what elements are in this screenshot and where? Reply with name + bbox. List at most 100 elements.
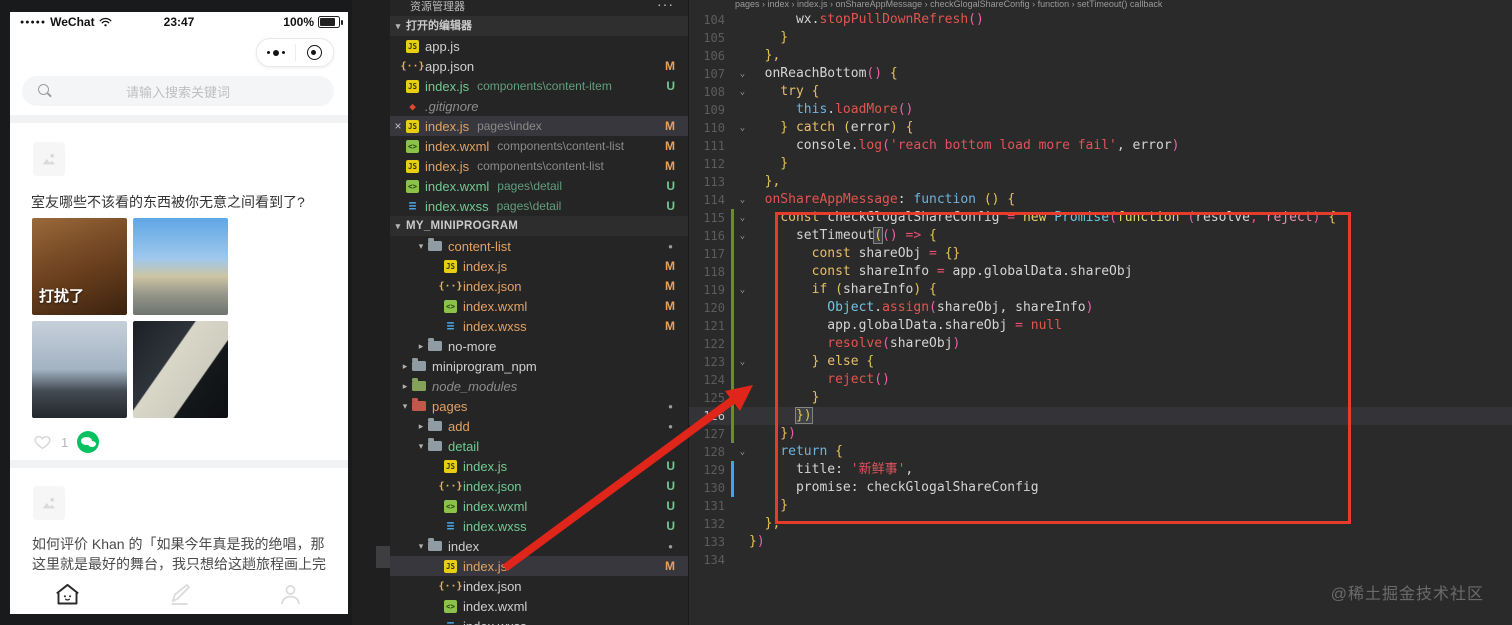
- file-path: pages\detail: [496, 199, 562, 213]
- gutter-change-bar: [731, 335, 734, 353]
- code-line-108[interactable]: 108 ⌄ try {: [689, 83, 1512, 101]
- code-line-115[interactable]: 115 ⌄ const checkGlogalShareConfig = new …: [689, 209, 1512, 227]
- tree-item-index.json[interactable]: {··} index.json: [390, 576, 688, 596]
- post-image[interactable]: [32, 321, 127, 418]
- fold-chevron-icon[interactable]: ⌄: [736, 227, 749, 245]
- code-text: title: '新鲜事',: [749, 462, 914, 477]
- tree-item-index.wxml[interactable]: <> index.wxml U: [390, 496, 688, 516]
- code-line-118[interactable]: 118 const shareInfo = app.globalData.sha…: [689, 263, 1512, 281]
- fold-chevron-icon[interactable]: ⌄: [736, 281, 749, 299]
- tree-item-index.js[interactable]: JS index.js U: [390, 456, 688, 476]
- code-line-111[interactable]: 111 console.log('reach bottom load more …: [689, 137, 1512, 155]
- code-line-104[interactable]: 104 wx.stopPullDownRefresh(): [689, 11, 1512, 29]
- fold-chevron-icon[interactable]: ⌄: [736, 191, 749, 209]
- code-line-127[interactable]: 127 }): [689, 425, 1512, 443]
- code-line-132[interactable]: 132 },: [689, 515, 1512, 533]
- more-menu-button[interactable]: [257, 49, 295, 56]
- wechat-share-button[interactable]: [77, 431, 100, 453]
- file-name: index.wxml: [463, 598, 528, 614]
- line-number: 121: [703, 319, 725, 333]
- tree-item-add[interactable]: ▸ add ●: [390, 416, 688, 436]
- close-minimize-button[interactable]: [296, 45, 334, 60]
- code-line-129[interactable]: 129 title: '新鲜事',: [689, 461, 1512, 479]
- open-editor-item-index.wxml[interactable]: <> index.wxml components\content-list M: [390, 136, 688, 156]
- code-line-113[interactable]: 113 },: [689, 173, 1512, 191]
- code-line-117[interactable]: 117 const shareObj = {}: [689, 245, 1512, 263]
- open-editor-item-index.js[interactable]: JS index.js components\content-list M: [390, 156, 688, 176]
- fold-chevron-icon[interactable]: ⌄: [736, 119, 749, 137]
- code-line-112[interactable]: 112 }: [689, 155, 1512, 173]
- code-line-123[interactable]: 123 ⌄ } else {: [689, 353, 1512, 371]
- code-line-116[interactable]: 116 ⌄ setTimeout(() => {: [689, 227, 1512, 245]
- fold-chevron-icon[interactable]: ⌄: [736, 353, 749, 371]
- breadcrumb[interactable]: pages › index › index.js › onShareAppMes…: [689, 0, 1512, 11]
- code-line-120[interactable]: 120 Object.assign(shareObj, shareInfo): [689, 299, 1512, 317]
- tree-item-node_modules[interactable]: ▸ node_modules: [390, 376, 688, 396]
- open-editors-section-header[interactable]: ▾ 打开的编辑器: [390, 16, 688, 36]
- tree-item-index[interactable]: ▾ index ●: [390, 536, 688, 556]
- tree-item-content-list[interactable]: ▾ content-list ●: [390, 236, 688, 256]
- project-section-header[interactable]: ▾ MY_MINIPROGRAM: [390, 216, 688, 236]
- panel-scrollbar-thumb[interactable]: [376, 546, 390, 568]
- tree-item-index.wxml[interactable]: <> index.wxml M: [390, 296, 688, 316]
- search-placeholder: 请输入搜索关键词: [125, 84, 230, 100]
- code-line-124[interactable]: 124 reject(): [689, 371, 1512, 389]
- code-line-126[interactable]: 126 }): [689, 407, 1512, 425]
- fold-chevron-icon[interactable]: ⌄: [736, 209, 749, 227]
- open-editor-item-index.wxml[interactable]: <> index.wxml pages\detail U: [390, 176, 688, 196]
- post-title[interactable]: 室友哪些不该看的东西被你无意之间看到了?: [31, 192, 305, 212]
- tree-item-index.wxss[interactable]: ≡ index.wxss U: [390, 516, 688, 536]
- open-editor-item-.gitignore[interactable]: ◆ .gitignore: [390, 96, 688, 116]
- tree-item-no-more[interactable]: ▸ no-more: [390, 336, 688, 356]
- open-editor-item-index.wxss[interactable]: ≡ index.wxss pages\detail U: [390, 196, 688, 216]
- code-line-119[interactable]: 119 ⌄ if (shareInfo) {: [689, 281, 1512, 299]
- open-editor-item-app.json[interactable]: {··} app.json M: [390, 56, 688, 76]
- code-line-107[interactable]: 107 ⌄ onReachBottom() {: [689, 65, 1512, 83]
- search-input[interactable]: 请输入搜索关键词: [22, 76, 334, 106]
- line-number: 132: [703, 517, 725, 531]
- compose-tab-icon[interactable]: [166, 581, 193, 608]
- open-editor-item-index.js[interactable]: × JS index.js pages\index M: [390, 116, 688, 136]
- code-line-114[interactable]: 114 ⌄ onShareAppMessage: function () {: [689, 191, 1512, 209]
- open-editor-item-index.js[interactable]: JS index.js components\content-item U: [390, 76, 688, 96]
- tree-item-index.wxml[interactable]: <> index.wxml: [390, 596, 688, 616]
- close-editor-icon[interactable]: ×: [390, 119, 406, 133]
- line-number: 126: [703, 409, 725, 423]
- profile-tab-icon[interactable]: [277, 581, 304, 608]
- explorer-more-actions-icon[interactable]: ···: [657, 0, 674, 11]
- fold-chevron-icon[interactable]: ⌄: [736, 65, 749, 83]
- code-line-130[interactable]: 130 promise: checkGlogalShareConfig: [689, 479, 1512, 497]
- code-line-133[interactable]: 133}): [689, 533, 1512, 551]
- home-tab-icon[interactable]: [54, 581, 81, 608]
- tree-item-detail[interactable]: ▾ detail ●: [390, 436, 688, 456]
- code-line-121[interactable]: 121 app.globalData.shareObj = null: [689, 317, 1512, 335]
- tree-item-index.js[interactable]: JS index.js M: [390, 556, 688, 576]
- code-line-109[interactable]: 109 this.loadMore(): [689, 101, 1512, 119]
- fold-chevron-icon[interactable]: ⌄: [736, 443, 749, 461]
- code-line-106[interactable]: 106 },: [689, 47, 1512, 65]
- tree-item-miniprogram_npm[interactable]: ▸ miniprogram_npm: [390, 356, 688, 376]
- post-image[interactable]: [133, 218, 228, 315]
- tree-item-index.json[interactable]: {··} index.json U: [390, 476, 688, 496]
- fold-chevron-icon[interactable]: ⌄: [736, 83, 749, 101]
- code-line-122[interactable]: 122 resolve(shareObj): [689, 335, 1512, 353]
- code-line-105[interactable]: 105 }: [689, 29, 1512, 47]
- code-line-125[interactable]: 125 }: [689, 389, 1512, 407]
- code-line-131[interactable]: 131 }: [689, 497, 1512, 515]
- post-image[interactable]: [133, 321, 228, 418]
- tree-item-pages[interactable]: ▾ pages ●: [390, 396, 688, 416]
- like-heart-icon[interactable]: [33, 433, 52, 451]
- code-line-134[interactable]: 134: [689, 551, 1512, 569]
- code-line-128[interactable]: 128 ⌄ return {: [689, 443, 1512, 461]
- tree-item-index.json[interactable]: {··} index.json M: [390, 276, 688, 296]
- capsule-menu[interactable]: [256, 38, 334, 67]
- code-line-110[interactable]: 110 ⌄ } catch (error) {: [689, 119, 1512, 137]
- tree-item-index.wxss[interactable]: ≡ index.wxss M: [390, 316, 688, 336]
- post-image[interactable]: 打扰了: [32, 218, 127, 315]
- tree-item-index.js[interactable]: JS index.js M: [390, 256, 688, 276]
- open-editor-item-app.js[interactable]: JS app.js: [390, 36, 688, 56]
- tree-item-index.wxss[interactable]: ≡ index.wxss: [390, 616, 688, 625]
